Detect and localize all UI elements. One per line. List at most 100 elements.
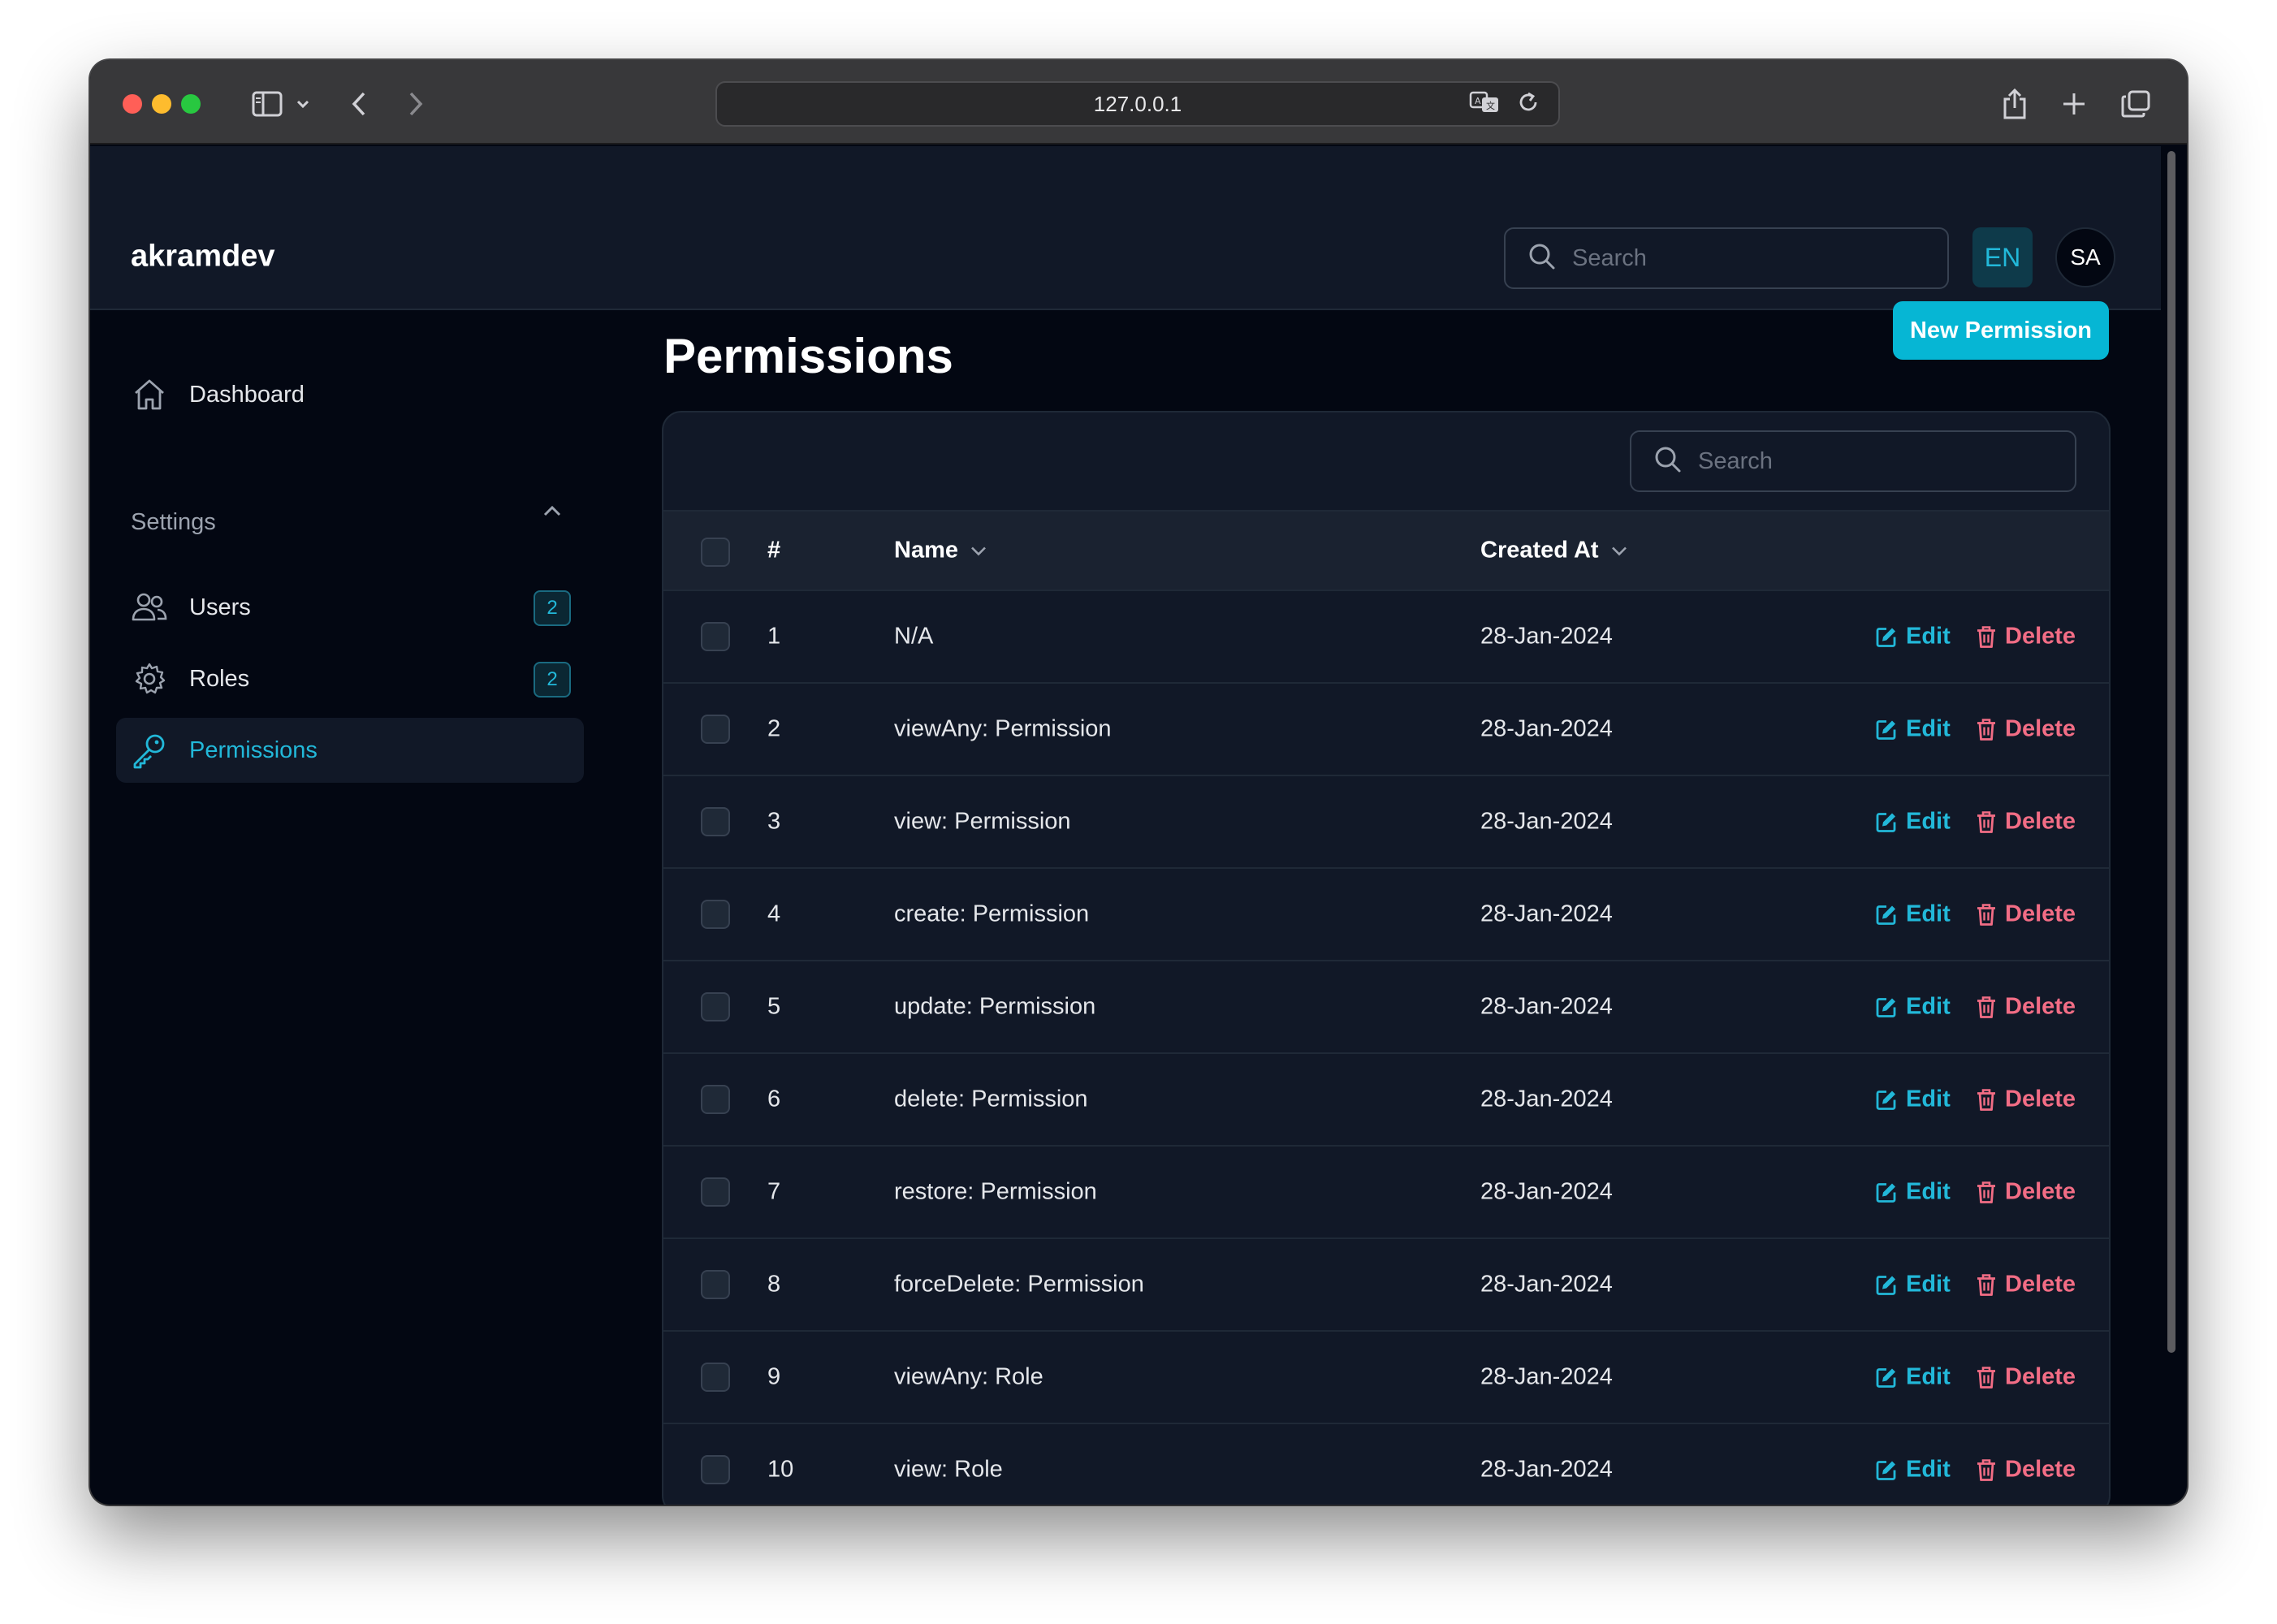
row-checkbox[interactable] bbox=[701, 900, 730, 929]
row-name: view: Role bbox=[894, 1456, 1003, 1483]
row-name: create: Permission bbox=[894, 901, 1090, 927]
delete-button[interactable]: Delete bbox=[1976, 809, 2076, 836]
table-search-input[interactable] bbox=[1698, 447, 2023, 475]
sidebar-item-permissions[interactable]: Permissions bbox=[116, 718, 584, 783]
edit-button[interactable]: Edit bbox=[1875, 901, 1951, 928]
edit-button[interactable]: Edit bbox=[1875, 1086, 1951, 1113]
row-index: 3 bbox=[767, 808, 781, 835]
delete-button[interactable]: Delete bbox=[1976, 1179, 2076, 1206]
delete-button[interactable]: Delete bbox=[1976, 1272, 2076, 1298]
browser-window: 127.0.0.1 A文 akramdev Search EN SA Dashb… bbox=[90, 60, 2187, 1505]
table-row: 5 update: Permission 28-Jan-2024 Edit De… bbox=[663, 961, 2109, 1054]
edit-button[interactable]: Edit bbox=[1875, 809, 1951, 836]
edit-icon bbox=[1876, 1367, 1896, 1388]
table-row: 9 viewAny: Role 28-Jan-2024 Edit Delete bbox=[663, 1332, 2109, 1424]
row-index: 5 bbox=[767, 993, 781, 1020]
row-checkbox[interactable] bbox=[701, 992, 730, 1021]
sidebar: Dashboard Settings Users 2 Roles 2 Permi… bbox=[90, 310, 610, 1505]
table-search[interactable] bbox=[1630, 430, 2076, 492]
sidebar-item-users[interactable]: Users 2 bbox=[116, 575, 584, 640]
trash-icon bbox=[1977, 718, 1995, 741]
global-search[interactable] bbox=[1504, 227, 1949, 289]
sidebar-item-label: Users bbox=[189, 594, 251, 620]
row-checkbox[interactable] bbox=[701, 1455, 730, 1484]
key-icon bbox=[131, 732, 168, 769]
table-row: 7 restore: Permission 28-Jan-2024 Edit D… bbox=[663, 1147, 2109, 1239]
row-checkbox[interactable] bbox=[701, 1363, 730, 1392]
forward-icon[interactable] bbox=[404, 84, 428, 123]
trash-icon bbox=[1977, 1088, 1995, 1111]
address-bar[interactable]: 127.0.0.1 A文 bbox=[715, 81, 1560, 127]
row-name: viewAny: Permission bbox=[894, 715, 1112, 742]
delete-label: Delete bbox=[2005, 623, 2076, 650]
row-created-at: 28-Jan-2024 bbox=[1480, 715, 1613, 742]
edit-button[interactable]: Edit bbox=[1875, 1364, 1951, 1391]
sidebar-item-roles[interactable]: Roles 2 bbox=[116, 646, 584, 711]
row-created-at: 28-Jan-2024 bbox=[1480, 901, 1613, 927]
row-checkbox[interactable] bbox=[701, 715, 730, 744]
table-row: 2 viewAny: Permission 28-Jan-2024 Edit D… bbox=[663, 684, 2109, 776]
reload-icon[interactable] bbox=[1516, 90, 1540, 120]
delete-label: Delete bbox=[2005, 1271, 2076, 1298]
row-checkbox[interactable] bbox=[701, 807, 730, 836]
delete-button[interactable]: Delete bbox=[1976, 901, 2076, 928]
language-switcher[interactable]: EN bbox=[1972, 227, 2033, 287]
edit-button[interactable]: Edit bbox=[1875, 994, 1951, 1021]
delete-button[interactable]: Delete bbox=[1976, 1457, 2076, 1484]
row-created-at: 28-Jan-2024 bbox=[1480, 1271, 1613, 1298]
maximize-window-button[interactable] bbox=[181, 94, 201, 114]
delete-label: Delete bbox=[2005, 1363, 2076, 1390]
column-header-index: # bbox=[767, 538, 780, 564]
edit-button[interactable]: Edit bbox=[1875, 1457, 1951, 1484]
column-header-name[interactable]: Name bbox=[894, 538, 987, 564]
delete-button[interactable]: Delete bbox=[1976, 1086, 2076, 1113]
edit-button[interactable]: Edit bbox=[1875, 1179, 1951, 1206]
delete-label: Delete bbox=[2005, 993, 2076, 1020]
row-checkbox[interactable] bbox=[701, 1177, 730, 1207]
sidebar-item-dashboard[interactable]: Dashboard bbox=[116, 362, 584, 427]
column-header-label: # bbox=[767, 537, 781, 564]
delete-label: Delete bbox=[2005, 1456, 2076, 1483]
edit-icon bbox=[1876, 627, 1896, 647]
edit-button[interactable]: Edit bbox=[1875, 716, 1951, 743]
delete-button[interactable]: Delete bbox=[1976, 624, 2076, 650]
edit-label: Edit bbox=[1906, 901, 1951, 927]
scrollbar-thumb[interactable] bbox=[2167, 151, 2175, 1353]
row-index: 7 bbox=[767, 1178, 781, 1205]
new-permission-button[interactable]: New Permission bbox=[1893, 301, 2109, 360]
share-icon[interactable] bbox=[2000, 84, 2029, 123]
edit-label: Edit bbox=[1906, 808, 1951, 835]
edit-button[interactable]: Edit bbox=[1875, 1272, 1951, 1298]
translate-icon[interactable]: A文 bbox=[1469, 90, 1501, 120]
row-checkbox[interactable] bbox=[701, 1270, 730, 1299]
brand-logo[interactable]: akramdev bbox=[131, 240, 274, 274]
delete-button[interactable]: Delete bbox=[1976, 716, 2076, 743]
row-checkbox[interactable] bbox=[701, 622, 730, 651]
select-all-checkbox[interactable] bbox=[701, 538, 730, 567]
user-avatar[interactable]: SA bbox=[2055, 227, 2115, 287]
edit-icon bbox=[1876, 812, 1896, 832]
delete-button[interactable]: Delete bbox=[1976, 1364, 2076, 1391]
chevron-down-icon[interactable] bbox=[293, 84, 313, 123]
edit-label: Edit bbox=[1906, 1363, 1951, 1390]
chevron-up-icon[interactable] bbox=[541, 502, 564, 524]
sidebar-toggle-icon[interactable] bbox=[249, 84, 285, 123]
column-header-created-at[interactable]: Created At bbox=[1480, 538, 1628, 564]
page-scrollbar[interactable] bbox=[2166, 151, 2177, 1353]
table-row: 10 view: Role 28-Jan-2024 Edit Delete bbox=[663, 1424, 2109, 1505]
edit-button[interactable]: Edit bbox=[1875, 624, 1951, 650]
new-tab-icon[interactable] bbox=[2060, 84, 2088, 123]
back-icon[interactable] bbox=[347, 84, 371, 123]
settings-group-label[interactable]: Settings bbox=[131, 509, 216, 536]
close-window-button[interactable] bbox=[123, 94, 142, 114]
edit-label: Edit bbox=[1906, 623, 1951, 650]
row-checkbox[interactable] bbox=[701, 1085, 730, 1114]
sidebar-item-label: Permissions bbox=[189, 736, 318, 763]
tabs-overview-icon[interactable] bbox=[2120, 84, 2151, 123]
table-header: # Name Created At bbox=[663, 510, 2109, 591]
delete-button[interactable]: Delete bbox=[1976, 994, 2076, 1021]
global-search-input[interactable] bbox=[1572, 244, 1897, 272]
minimize-window-button[interactable] bbox=[152, 94, 171, 114]
row-index: 8 bbox=[767, 1271, 781, 1298]
sort-chevron-icon bbox=[1611, 546, 1627, 555]
